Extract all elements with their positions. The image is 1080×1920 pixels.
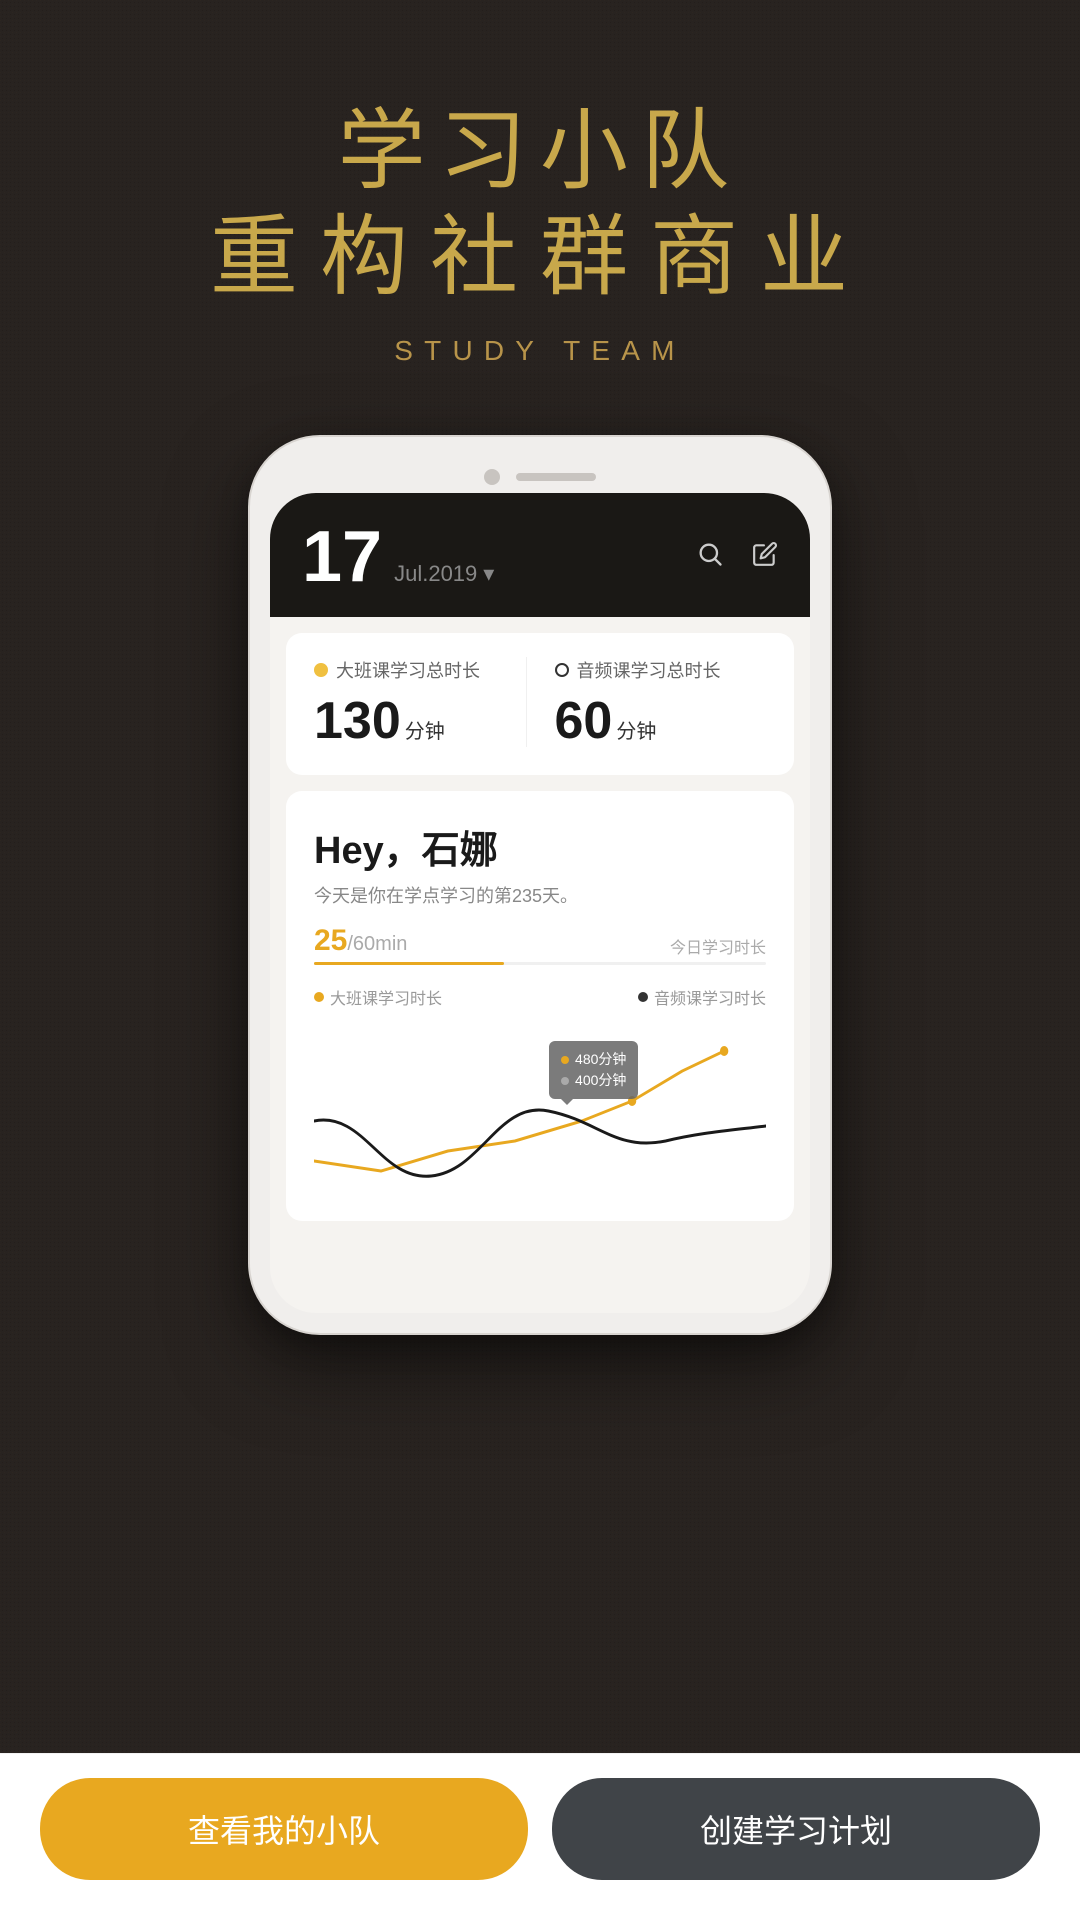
stat-dot-yellow — [314, 663, 328, 677]
phone-screen: 17 Jul.2019 ▾ — [270, 493, 810, 1313]
phone-mockup: 17 Jul.2019 ▾ — [250, 437, 830, 1333]
page: 学习小队 重构社群商业 STUDY TEAM 17 Jul.2019 ▾ — [0, 0, 1080, 1920]
progress-current-group: 25/60min — [314, 924, 407, 958]
title-line1: 学习小队 — [210, 100, 870, 206]
legend-dot-yellow — [314, 992, 324, 1002]
subtitle: STUDY TEAM — [210, 335, 870, 367]
app-header-left: 17 Jul.2019 ▾ — [302, 521, 494, 593]
app-header: 17 Jul.2019 ▾ — [270, 493, 810, 617]
title-line2: 重构社群商业 — [210, 206, 870, 312]
progress-bar-track — [314, 962, 766, 965]
chevron-down-icon[interactable]: ▾ — [483, 561, 494, 587]
greeting-sub: 今天是你在学点学习的第235天。 — [314, 882, 766, 908]
progress-bar-fill — [314, 962, 504, 965]
chart-legend: 大班课学习时长 音频课学习时长 — [314, 985, 766, 1009]
date-number: 17 — [302, 521, 382, 593]
stat-item-big-class: 大班课学习总时长 130分钟 — [314, 657, 526, 747]
chart-svg — [314, 1021, 766, 1221]
stat-value-audio: 60分钟 — [555, 695, 767, 747]
tooltip-dot-gray — [561, 1077, 569, 1085]
header-section: 学习小队 重构社群商业 STUDY TEAM — [210, 100, 870, 367]
view-team-button[interactable]: 查看我的小队 — [40, 1778, 528, 1880]
phone-top-bar — [270, 457, 810, 493]
phone-camera — [484, 469, 500, 485]
legend-item-yellow: 大班课学习时长 — [314, 985, 442, 1009]
chart-tooltip: 480分钟 400分钟 — [549, 1041, 638, 1099]
date-month: Jul.2019 ▾ — [394, 561, 494, 587]
progress-label: 今日学习时长 — [670, 934, 766, 958]
edit-icon[interactable] — [752, 541, 778, 574]
stat-item-audio: 音频课学习总时长 60分钟 — [526, 657, 767, 747]
app-header-right — [696, 540, 778, 575]
chart-area: 480分钟 400分钟 — [314, 1021, 766, 1221]
greeting-name: Hey，石娜 — [314, 819, 766, 874]
legend-dot-dark — [638, 992, 648, 1002]
phone-frame: 17 Jul.2019 ▾ — [250, 437, 830, 1333]
tooltip-line-2: 400分钟 — [561, 1070, 626, 1091]
progress-row: 25/60min 今日学习时长 — [314, 924, 766, 958]
legend-item-dark: 音频课学习时长 — [638, 985, 766, 1009]
stat-label-big-class: 大班课学习总时长 — [314, 657, 526, 683]
stats-card: 大班课学习总时长 130分钟 音频课学习总时长 60分钟 — [286, 633, 794, 775]
create-plan-button[interactable]: 创建学习计划 — [552, 1778, 1040, 1880]
stat-label-audio: 音频课学习总时长 — [555, 657, 767, 683]
tooltip-dot-yellow — [561, 1056, 569, 1064]
stat-value-big-class: 130分钟 — [314, 695, 526, 747]
tooltip-line-1: 480分钟 — [561, 1049, 626, 1070]
stat-dot-outline — [555, 663, 569, 677]
bottom-bar: 查看我的小队 创建学习计划 — [0, 1753, 1080, 1920]
search-icon[interactable] — [696, 540, 724, 575]
greeting-card: Hey，石娜 今天是你在学点学习的第235天。 25/60min 今日学习时长 — [286, 791, 794, 1221]
phone-speaker — [516, 473, 596, 481]
